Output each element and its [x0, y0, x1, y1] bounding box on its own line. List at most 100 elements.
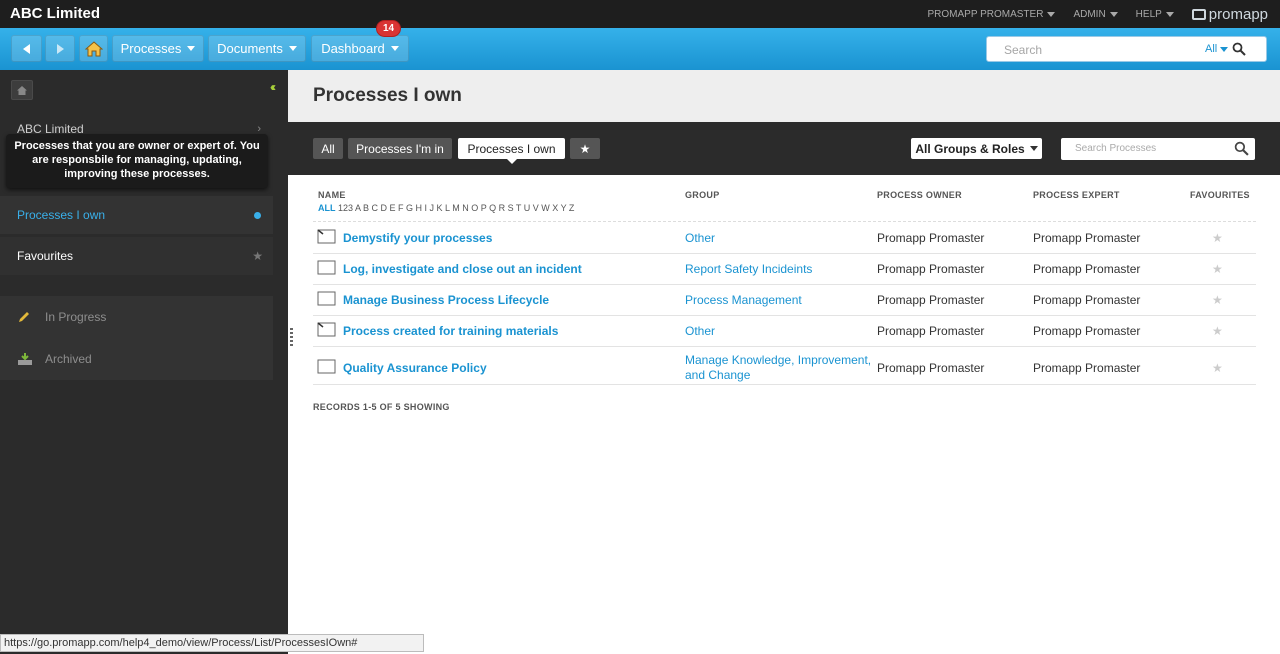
filter-processes-i-own-button[interactable]: Processes I own — [458, 138, 565, 164]
page-title: Processes I own — [313, 85, 462, 106]
process-expert: Promapp Promaster — [1033, 293, 1141, 307]
star-icon: ★ — [579, 141, 591, 156]
dashboard-notification-badge: 14 — [376, 20, 401, 37]
documents-menu-label: Documents — [217, 41, 283, 56]
alpha-filter-all[interactable]: ALL — [318, 203, 336, 213]
documents-menu[interactable]: Documents — [208, 35, 306, 62]
home-button[interactable] — [79, 35, 108, 62]
alpha-filter-letters[interactable]: 123 A B C D E F G H I J K L M N O P Q R … — [338, 203, 574, 213]
process-name-link[interactable]: Demystify your processes — [343, 231, 492, 245]
process-name-link[interactable]: Manage Business Process Lifecycle — [343, 293, 549, 307]
forward-button[interactable] — [45, 35, 75, 62]
search-icon[interactable] — [1232, 42, 1246, 56]
sidebar-home-button[interactable] — [11, 80, 33, 100]
favourite-star-icon[interactable]: ★ — [1212, 231, 1223, 245]
filter-processes-im-in-button[interactable]: Processes I'm in — [348, 138, 452, 159]
sidebar-item-favourites[interactable]: Favourites ★ — [0, 237, 273, 275]
process-edit-icon — [317, 322, 336, 337]
processes-menu-label: Processes — [120, 41, 182, 56]
chevron-down-icon — [187, 46, 196, 51]
sidebar-item-archived[interactable]: Archived — [0, 338, 273, 380]
sidebar-item-label: In Progress — [45, 310, 107, 324]
process-group-link[interactable]: Report Safety Incideints — [685, 262, 812, 277]
global-search[interactable]: Search All — [986, 36, 1267, 62]
groups-roles-label: All Groups & Roles — [915, 141, 1025, 156]
search-scope-label: All — [1205, 43, 1218, 55]
process-owner: Promapp Promaster — [877, 361, 985, 375]
arrow-right-icon — [56, 43, 64, 54]
table-row[interactable]: Quality Assurance Policy Manage Knowledg… — [313, 347, 1256, 385]
search-scope-select[interactable]: All — [1205, 43, 1229, 55]
search-processes-field[interactable]: Search Processes — [1061, 138, 1255, 160]
process-name-link[interactable]: Log, investigate and close out an incide… — [343, 262, 582, 276]
process-group-link[interactable]: Other — [685, 324, 715, 339]
dashboard-menu-label: Dashboard — [321, 41, 385, 56]
dashboard-menu[interactable]: Dashboard — [311, 35, 409, 62]
user-menu-label: PROMAPP PROMASTER — [927, 8, 1044, 20]
star-icon: ★ — [252, 249, 263, 263]
process-document-icon — [317, 260, 336, 275]
process-expert: Promapp Promaster — [1033, 361, 1141, 375]
chevron-down-icon — [288, 46, 297, 51]
alphabet-filter: ALL 123 A B C D E F G H I J K L M N O P … — [318, 203, 574, 213]
status-url-bar: https://go.promapp.com/help4_demo/view/P… — [0, 634, 424, 652]
chevron-down-icon — [1047, 11, 1056, 17]
favourite-star-icon[interactable]: ★ — [1212, 324, 1223, 338]
favourite-star-icon[interactable]: ★ — [1212, 262, 1223, 276]
help-menu[interactable]: HELP — [1136, 9, 1174, 20]
process-owner: Promapp Promaster — [877, 231, 985, 245]
chevron-down-icon — [1029, 146, 1038, 151]
column-header-name[interactable]: NAME — [318, 190, 346, 200]
collapse-sidebar-icon[interactable]: ‹‹‹ — [270, 80, 276, 94]
favourite-star-icon[interactable]: ★ — [1212, 293, 1223, 307]
process-expert: Promapp Promaster — [1033, 324, 1141, 338]
help-menu-label: HELP — [1135, 8, 1162, 20]
process-group-link[interactable]: Manage Knowledge, Improvement, and Chang… — [685, 353, 871, 383]
column-header-favourites: FAVOURITES — [1190, 190, 1250, 200]
process-owner: Promapp Promaster — [877, 293, 985, 307]
top-bar: ABC Limited PROMAPP PROMASTER ADMIN HELP… — [0, 0, 1280, 28]
column-header-owner[interactable]: PROCESS OWNER — [877, 190, 962, 200]
process-group-link[interactable]: Other — [685, 231, 715, 246]
home-icon — [84, 40, 103, 56]
resize-handle[interactable] — [290, 328, 293, 346]
sidebar-item-label: Favourites — [17, 249, 74, 263]
process-group-link[interactable]: Process Management — [685, 293, 802, 308]
table-row[interactable]: Demystify your processes Other Promapp P… — [313, 222, 1256, 254]
filter-bar: All Processes I'm in Processes I own ★ A… — [288, 122, 1280, 175]
chevron-down-icon — [1109, 11, 1118, 17]
filter-all-button[interactable]: All — [313, 138, 343, 159]
admin-menu[interactable]: ADMIN — [1073, 8, 1118, 20]
process-document-icon — [317, 359, 336, 374]
chevron-down-icon — [1220, 46, 1229, 52]
table-row[interactable]: Manage Business Process Lifecycle Proces… — [313, 285, 1256, 316]
process-expert: Promapp Promaster — [1033, 262, 1141, 276]
favourite-star-icon[interactable]: ★ — [1212, 361, 1223, 375]
logo-text: promapp — [1208, 5, 1268, 23]
sidebar-tooltip: Processes that you are owner or expert o… — [6, 134, 268, 188]
column-header-group[interactable]: GROUP — [685, 190, 720, 200]
table-row[interactable]: Log, investigate and close out an incide… — [313, 254, 1256, 285]
groups-roles-select[interactable]: All Groups & Roles — [911, 138, 1042, 159]
sidebar-item-processes-i-own[interactable]: Processes I own — [0, 196, 273, 234]
search-icon[interactable] — [1234, 141, 1249, 156]
search-processes-input[interactable]: Search Processes — [1075, 143, 1156, 154]
process-name-link[interactable]: Process created for training materials — [343, 324, 558, 338]
global-search-input[interactable]: Search — [1004, 43, 1042, 57]
admin-menu-label: ADMIN — [1073, 8, 1106, 20]
filter-favourites-button[interactable]: ★ — [570, 138, 600, 159]
active-dot-icon — [254, 211, 261, 219]
process-group-line: Manage Knowledge, Improvement, — [685, 353, 872, 367]
back-button[interactable] — [11, 35, 42, 62]
home-icon — [17, 85, 27, 95]
process-edit-icon — [317, 229, 336, 244]
sidebar: ‹‹‹ ABC Limited › Processes that you are… — [0, 70, 288, 654]
promapp-logo[interactable]: promapp — [1191, 5, 1268, 23]
sidebar-item-label: Archived — [45, 352, 92, 366]
table-row[interactable]: Process created for training materials O… — [313, 316, 1256, 347]
user-menu[interactable]: PROMAPP PROMASTER — [927, 8, 1056, 20]
processes-menu[interactable]: Processes — [112, 35, 204, 62]
column-header-expert[interactable]: PROCESS EXPERT — [1033, 190, 1120, 200]
sidebar-item-in-progress[interactable]: In Progress — [0, 296, 273, 338]
process-name-link[interactable]: Quality Assurance Policy — [343, 361, 487, 375]
